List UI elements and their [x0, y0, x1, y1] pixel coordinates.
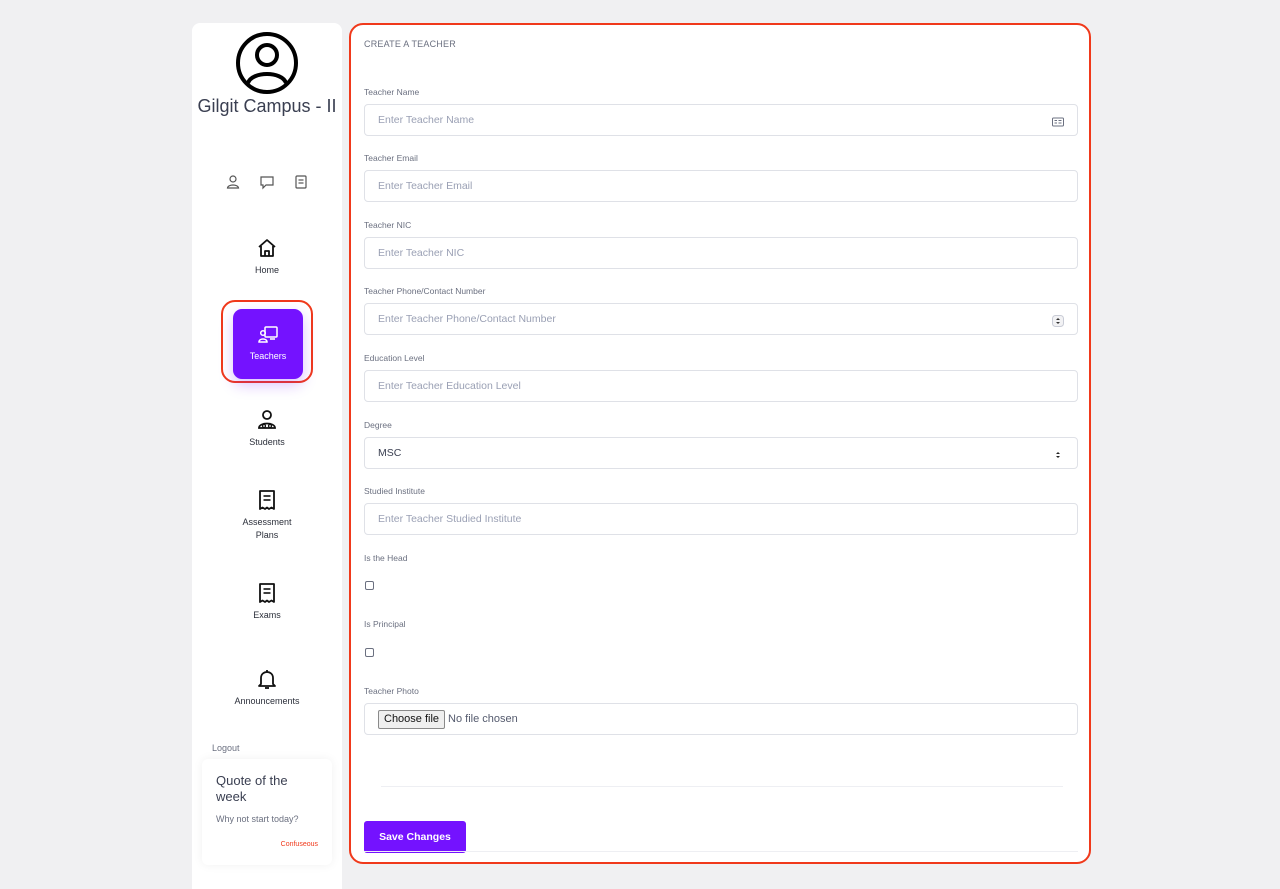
- nav-label: Exams: [253, 610, 281, 620]
- nav-announcements[interactable]: Announcements: [222, 668, 312, 708]
- nav-students[interactable]: Students: [232, 409, 302, 449]
- is-principal-label: Is Principal: [364, 619, 406, 629]
- teacher-name-input[interactable]: [365, 105, 1077, 135]
- avatar-icon[interactable]: [235, 31, 299, 95]
- sidebar: Gilgit Campus - II Home Teachers Student…: [192, 23, 342, 889]
- education-level-input[interactable]: [365, 371, 1077, 401]
- nav-assessment-plans[interactable]: Assessment Plans: [232, 489, 302, 542]
- document-icon[interactable]: [293, 174, 309, 190]
- degree-selected-value[interactable]: MSC: [365, 438, 1077, 468]
- form-heading: CREATE A TEACHER: [364, 39, 456, 49]
- quick-actions: [192, 174, 342, 190]
- quote-card: Quote of the week Why not start today? C…: [202, 759, 332, 865]
- nav-label: Announcements: [234, 696, 300, 706]
- teacher-phone-input[interactable]: [365, 304, 1077, 334]
- campus-name: Gilgit Campus - II: [197, 96, 337, 116]
- teacher-name-label: Teacher Name: [364, 87, 420, 97]
- teacher-icon: [257, 323, 279, 345]
- teacher-phone-label: Teacher Phone/Contact Number: [364, 286, 486, 296]
- nav-teachers-highlight: Teachers: [221, 300, 313, 383]
- footer-divider: [364, 851, 1078, 852]
- file-status: No file chosen: [448, 713, 518, 725]
- studied-institute-label: Studied Institute: [364, 486, 425, 496]
- is-head-checkbox[interactable]: [365, 581, 374, 590]
- teacher-photo-field: Choose file No file chosen: [364, 703, 1078, 735]
- is-head-label: Is the Head: [364, 553, 408, 563]
- education-level-label: Education Level: [364, 353, 425, 363]
- chat-icon[interactable]: [259, 174, 275, 190]
- id-card-icon: [1052, 115, 1064, 127]
- studied-institute-field[interactable]: [364, 503, 1078, 535]
- teacher-email-input[interactable]: [365, 171, 1077, 201]
- nav-label: Home: [254, 265, 279, 275]
- bell-icon: [256, 668, 278, 690]
- nav-label: Assessment Plans: [242, 517, 292, 540]
- receipt-icon: [256, 582, 278, 604]
- teacher-photo-label: Teacher Photo: [364, 686, 419, 696]
- save-changes-button[interactable]: Save Changes: [364, 821, 466, 853]
- teacher-phone-field[interactable]: [364, 303, 1078, 335]
- home-icon: [256, 237, 278, 259]
- quote-author: Confuseous: [280, 841, 318, 848]
- degree-label: Degree: [364, 420, 392, 430]
- nav-label: Students: [249, 437, 285, 447]
- teacher-nic-input[interactable]: [365, 238, 1077, 268]
- teacher-nic-label: Teacher NIC: [364, 220, 412, 230]
- nav-teachers[interactable]: Teachers: [233, 309, 303, 379]
- number-stepper-icon[interactable]: [1052, 314, 1064, 327]
- teacher-email-label: Teacher Email: [364, 153, 418, 163]
- create-teacher-form: CREATE A TEACHER Teacher Name Teacher Em…: [349, 23, 1091, 864]
- studied-institute-input[interactable]: [365, 504, 1077, 534]
- choose-file-button[interactable]: Choose file: [378, 709, 446, 729]
- education-level-field[interactable]: [364, 370, 1078, 402]
- teacher-email-field[interactable]: [364, 170, 1078, 202]
- quote-title: Quote of the week: [216, 773, 288, 804]
- user-icon[interactable]: [225, 174, 241, 190]
- teacher-name-field[interactable]: [364, 104, 1078, 136]
- quote-text: Why not start today?: [216, 814, 299, 824]
- select-arrows-icon: [1052, 448, 1064, 460]
- nav-label: Teachers: [249, 351, 287, 361]
- nav-home[interactable]: Home: [232, 237, 302, 277]
- nav-exams[interactable]: Exams: [232, 582, 302, 622]
- receipt-icon: [256, 489, 278, 511]
- is-principal-checkbox[interactable]: [365, 648, 374, 657]
- logout-link[interactable]: Logout: [212, 743, 240, 753]
- student-icon: [256, 409, 278, 431]
- degree-select[interactable]: MSC: [364, 437, 1078, 469]
- divider: [381, 786, 1063, 787]
- teacher-nic-field[interactable]: [364, 237, 1078, 269]
